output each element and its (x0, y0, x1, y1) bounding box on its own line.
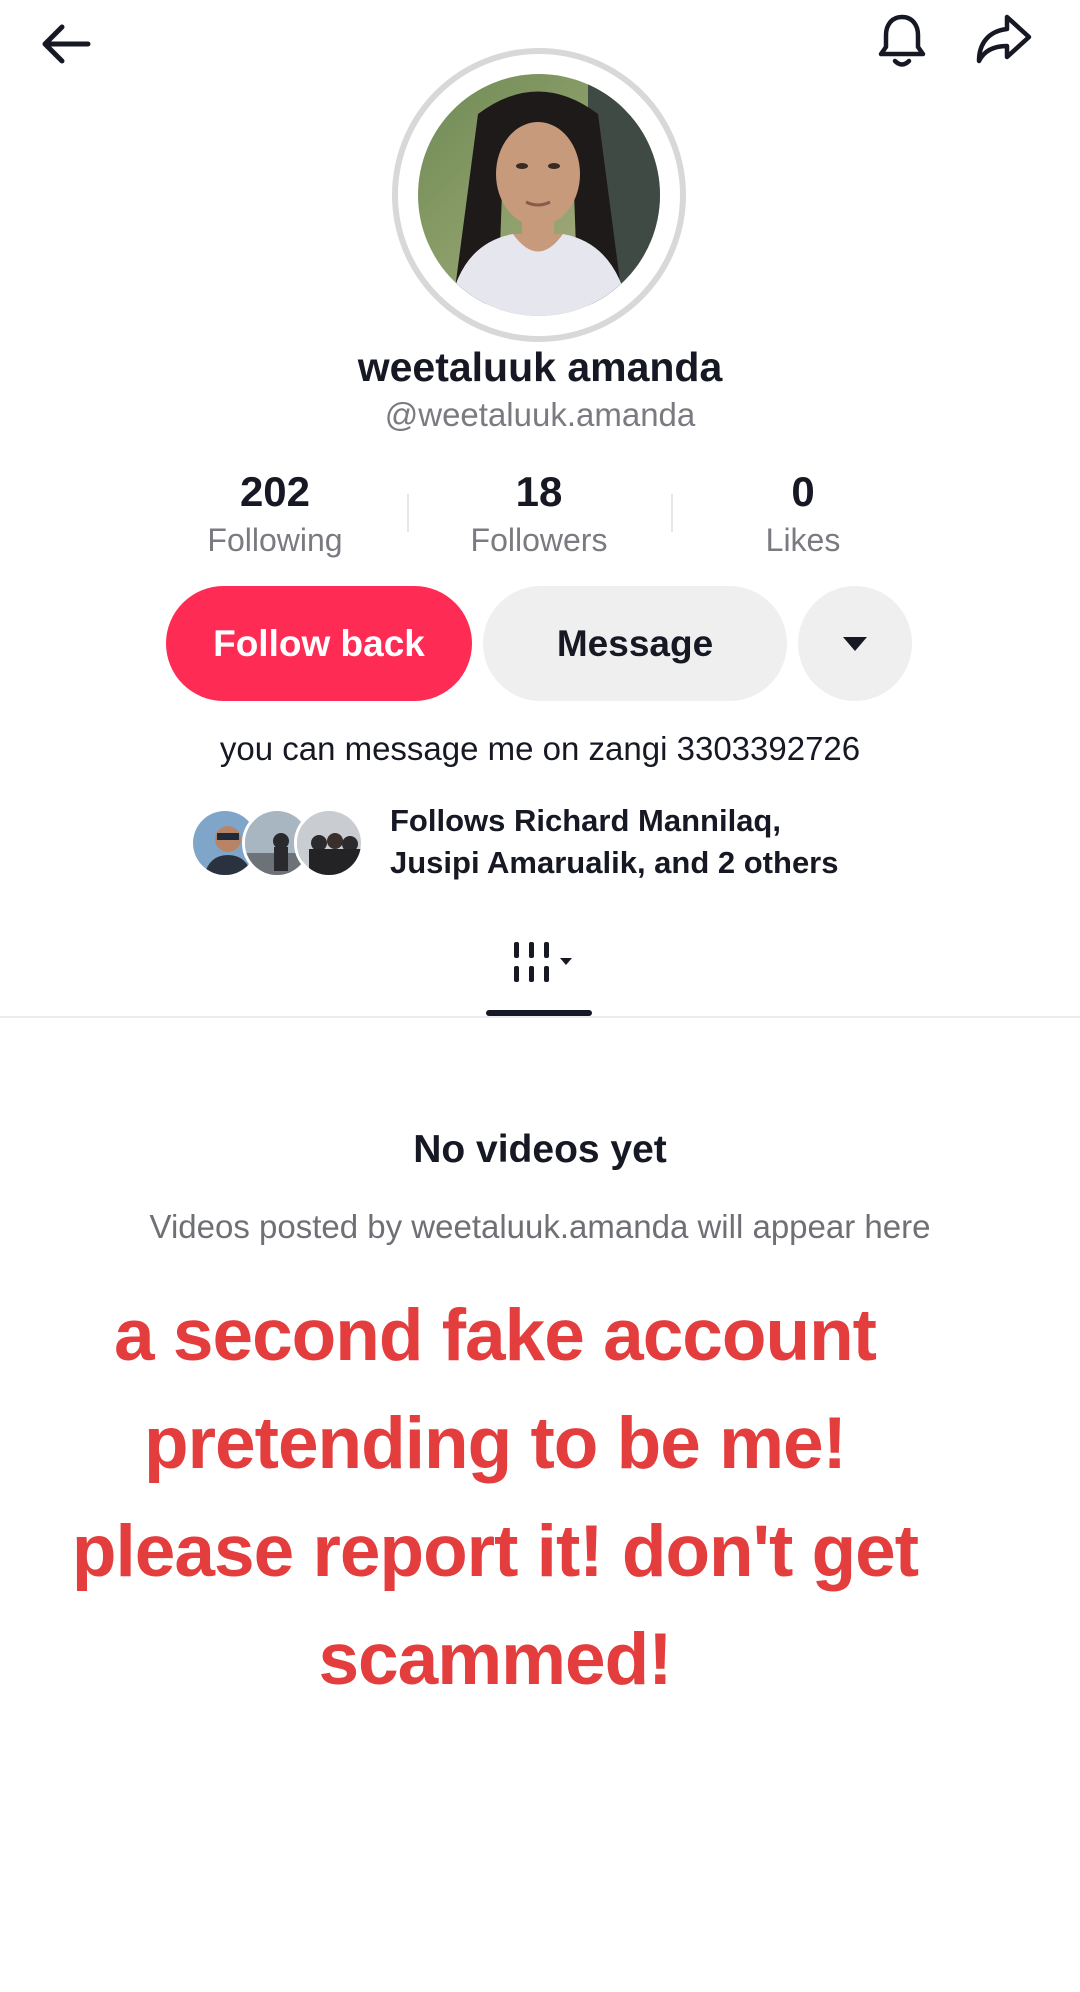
follow-back-button[interactable]: Follow back (166, 586, 472, 701)
caret-down-icon (843, 636, 867, 651)
overlay-line-3: please report it! don't get (71, 1511, 919, 1592)
tab-videos[interactable] (510, 938, 580, 990)
following-count: 202 (239, 468, 311, 515)
mutual-avatar[interactable] (294, 808, 364, 878)
following-label: Following (207, 522, 343, 558)
followers-label: Followers (470, 522, 608, 558)
back-button[interactable] (30, 8, 102, 80)
likes-label: Likes (765, 522, 841, 558)
arrow-left-icon (42, 24, 91, 64)
display-name: weetaluuk amanda (357, 344, 723, 390)
overlay-line-1: a second fake account (113, 1295, 877, 1376)
overlay-line-2: pretending to be me! (144, 1403, 847, 1484)
empty-state-title: No videos yet (413, 1128, 667, 1171)
profile-avatar[interactable] (392, 48, 686, 342)
mutual-line-1: Follows Richard Mannilaq, (390, 803, 781, 838)
overlay-line-4: scammed! (318, 1619, 672, 1700)
followers-count: 18 (515, 468, 563, 515)
username: @weetaluuk.amanda (384, 396, 696, 433)
stat-followers[interactable]: 18 Followers (409, 466, 669, 562)
share-button[interactable] (968, 4, 1040, 76)
notification-button[interactable] (866, 4, 938, 76)
overlay-caption: a second fake account pretending to be m… (30, 1282, 960, 1714)
tab-divider (0, 1016, 1080, 1018)
share-arrow-icon (976, 14, 1032, 64)
stat-following[interactable]: 202 Following (145, 466, 405, 562)
avatar-photo (418, 74, 660, 316)
empty-state-subtitle: Videos posted by weetaluuk.amanda will a… (149, 1208, 931, 1245)
message-button[interactable]: Message (483, 586, 787, 701)
stat-likes[interactable]: 0 Likes (673, 466, 933, 562)
bio-text: you can message me on zangi 3303392726 (219, 730, 861, 767)
more-options-button[interactable] (798, 586, 912, 701)
bell-icon (878, 14, 926, 67)
videos-grid-icon (514, 942, 572, 982)
mutual-line-2: Jusipi Amarualik, and 2 others (390, 845, 839, 880)
likes-count: 0 (791, 468, 815, 515)
mutual-followers-text[interactable]: Follows Richard Mannilaq, Jusipi Amarual… (390, 800, 950, 884)
